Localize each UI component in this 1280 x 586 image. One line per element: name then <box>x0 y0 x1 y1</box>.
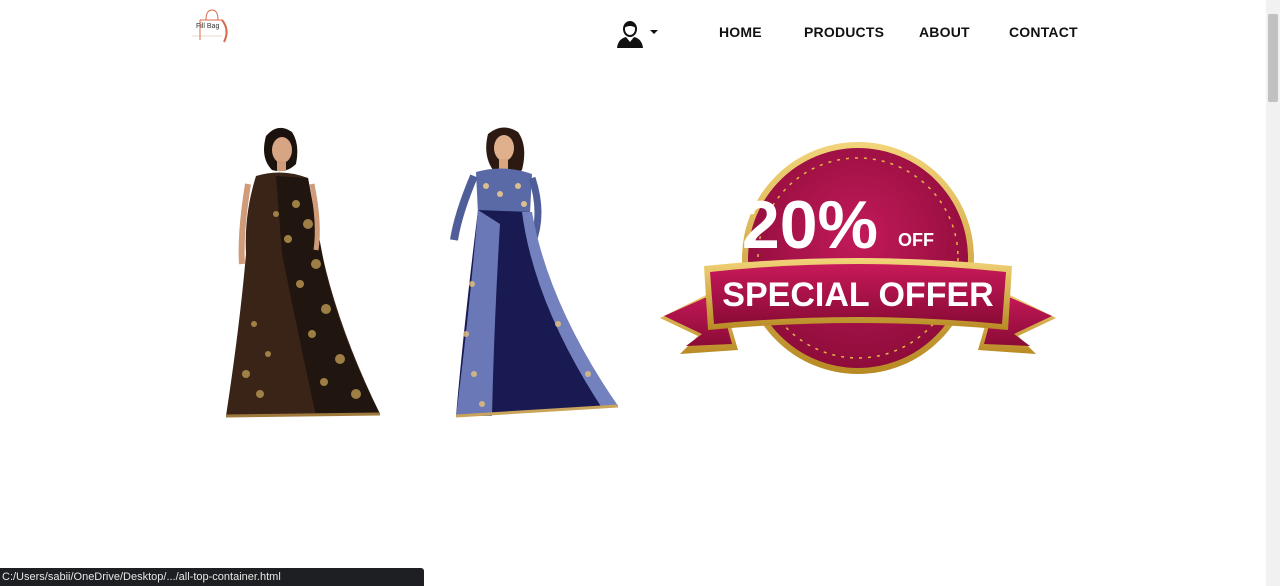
scrollbar-thumb[interactable] <box>1268 14 1278 102</box>
nav-home[interactable]: HOME <box>719 24 762 40</box>
offer-label: SPECIAL OFFER <box>722 276 993 314</box>
user-menu-button[interactable] <box>614 20 662 50</box>
nav-products[interactable]: PRODUCTS <box>804 24 884 40</box>
nav-contact[interactable]: CONTACT <box>1009 24 1078 40</box>
logo-text: Fill Bag <box>196 23 220 30</box>
nav-about[interactable]: ABOUT <box>919 24 970 40</box>
product-card-brown-saree[interactable] <box>216 124 388 424</box>
offer-percent: 20% <box>742 187 878 263</box>
product-card-navy-saree[interactable] <box>438 124 622 424</box>
caret-down-icon <box>650 30 658 34</box>
navy-blue-saree-image <box>450 127 619 418</box>
brown-saree-image <box>225 127 381 418</box>
browser-status-bar: C:/Users/sabii/OneDrive/Desktop/.../all-… <box>0 568 424 586</box>
user-avatar-icon <box>617 21 643 48</box>
special-offer-graphic: 20% OFF SPECIAL OFFER <box>660 142 1056 374</box>
vertical-scrollbar[interactable] <box>1266 0 1280 586</box>
brand-logo[interactable]: Fill Bag <box>186 6 234 46</box>
special-offer-badge[interactable]: 20% OFF SPECIAL OFFER <box>658 140 1058 380</box>
page: Fill Bag HOME PRODUCTS ABOUT CONTACT 20%… <box>0 0 1280 586</box>
offer-off-label: OFF <box>898 230 934 250</box>
